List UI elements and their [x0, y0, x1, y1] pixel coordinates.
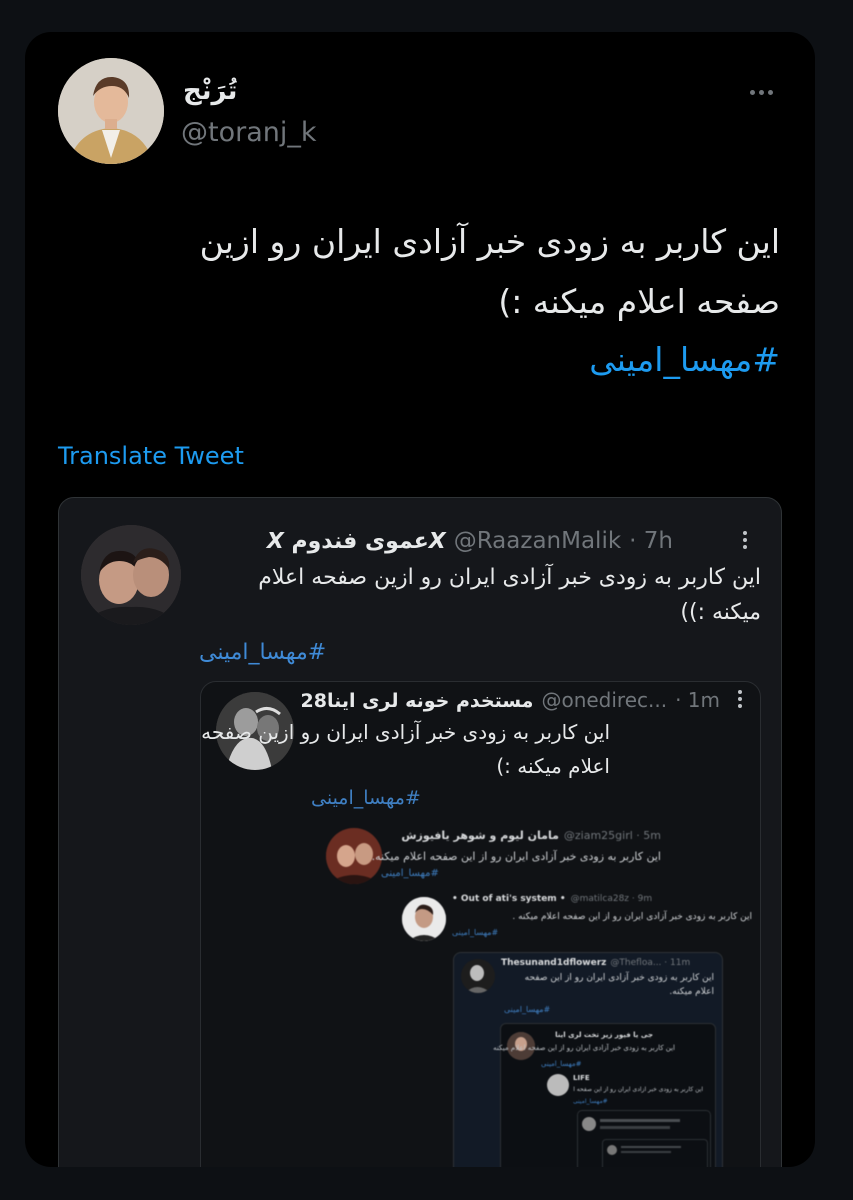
- quoted-hashtag[interactable]: #مهسا_امینی: [199, 640, 326, 665]
- quoted-author-name[interactable]: 𝙓عموی فندوم 𝙓: [267, 529, 446, 554]
- level5-name-row: Thesunand1dflowerz @Thefloa... · 11m: [501, 958, 690, 968]
- tweet-text-line2: صفحه اعلام میکنه :): [498, 282, 780, 321]
- level8-quoted-tweet[interactable]: [577, 1110, 711, 1167]
- nested-timestamp[interactable]: · 1m: [675, 688, 720, 712]
- level3-author-handle[interactable]: @ziam25girl · 5m: [564, 829, 661, 842]
- quoted-timestamp[interactable]: · 7h: [629, 528, 673, 554]
- level4-avatar[interactable]: [402, 897, 446, 941]
- level5-text-line1: این کاربر به زودی خبر آزادی ایران رو از …: [524, 973, 714, 983]
- level5-author-handle[interactable]: @Thefloa... · 11m: [610, 958, 690, 968]
- level5-quoted-tweet[interactable]: Thesunand1dflowerz @Thefloa... · 11m این…: [453, 952, 723, 1167]
- level5-avatar[interactable]: [461, 959, 495, 993]
- level7-avatar[interactable]: [547, 1074, 569, 1096]
- author-handle[interactable]: @toranj_k: [181, 117, 317, 148]
- level3-text: این کاربر به زودی خبر آزادی ایران رو از …: [371, 850, 661, 863]
- tweet-hashtag[interactable]: #مهسا_امینی: [589, 340, 780, 379]
- quoted-author-avatar[interactable]: [81, 525, 181, 625]
- level6-hashtag[interactable]: #مهسا_امینی: [541, 1060, 581, 1068]
- level9-quoted-tweet[interactable]: [602, 1139, 708, 1167]
- nested-text-line2: اعلام میکنه :): [496, 754, 610, 778]
- level8-avatar[interactable]: [582, 1117, 596, 1131]
- more-options-icon[interactable]: [750, 90, 773, 95]
- quoted-name-row: 𝙓عموی فندوم 𝙓 @RaazanMalik · 7h: [267, 528, 673, 554]
- nested-hashtag[interactable]: #مهسا_امینی: [311, 787, 421, 809]
- level9-avatar[interactable]: [607, 1145, 617, 1155]
- quoted-tweet[interactable]: 𝙓عموی فندوم 𝙓 @RaazanMalik · 7h این کارب…: [58, 497, 782, 1167]
- nested-author-handle[interactable]: @onedirec...: [541, 688, 667, 712]
- level9-text-bar-2: [621, 1151, 671, 1153]
- level6-author-name[interactable]: جی یا فیور زیر تخت لری اینا: [555, 1031, 653, 1039]
- nested-quoted-tweet[interactable]: مستخدم خونه لری اینا28 @onedirec... · 1m…: [200, 681, 761, 1167]
- quoted-author-handle[interactable]: @RaazanMalik: [454, 528, 621, 554]
- level4-text: این کاربر به زودی خبر آزادی ایران رو از …: [512, 912, 752, 922]
- tweet-text-line1: این کاربر به زودی خبر آزادی ایران رو ازی…: [199, 222, 780, 261]
- level5-text-line2: اعلام میکنه.: [669, 987, 714, 997]
- level3-author-name[interactable]: مامان لیوم و شوهر یافیوزش: [401, 829, 559, 842]
- level5-hashtag[interactable]: #مهسا_امینی: [504, 1005, 550, 1014]
- level9-text-bar: [621, 1146, 681, 1148]
- level8-text-bar: [600, 1119, 680, 1122]
- level5-author-name[interactable]: Thesunand1dflowerz: [501, 958, 606, 968]
- quoted-more-icon[interactable]: [743, 531, 747, 549]
- author-avatar[interactable]: [58, 58, 164, 164]
- quoted-text-line2: میکنه :)): [680, 600, 761, 625]
- level4-name-row: • Out of ati's system • @matilca28z · 9m: [452, 894, 652, 904]
- nested-name-row: مستخدم خونه لری اینا28 @onedirec... · 1m: [301, 688, 720, 712]
- level3-name-row: مامان لیوم و شوهر یافیوزش @ziam25girl · …: [401, 829, 661, 842]
- nested-text-line1: این کاربر به زودی خبر آزادی ایران رو ازی…: [201, 720, 610, 744]
- level7-hashtag[interactable]: #مهسا_امینی: [573, 1098, 608, 1105]
- nested-author-name[interactable]: مستخدم خونه لری اینا28: [301, 690, 534, 712]
- level4-author-name[interactable]: • Out of ati's system •: [452, 894, 566, 904]
- tweet-card: تُرَنْج @toranj_k این کاربر به زودی خبر …: [25, 32, 815, 1167]
- level4-hashtag[interactable]: #مهسا_امینی: [452, 928, 498, 937]
- level3-hashtag[interactable]: #مهسا_امینی: [381, 868, 439, 879]
- nested-quoted-tweet-level3[interactable]: مامان لیوم و شوهر یافیوزش @ziam25girl · …: [321, 822, 760, 1167]
- level7-author-name[interactable]: LIFE: [573, 1074, 590, 1082]
- level6-quoted-tweet[interactable]: جی یا فیور زیر تخت لری اینا این کاربر به…: [493, 1023, 716, 1167]
- level4-author-handle[interactable]: @matilca28z · 9m: [571, 894, 653, 904]
- level8-text-bar-2: [600, 1126, 670, 1129]
- level6-text: این کاربر به زودی خبر آزادی ایران رو از …: [493, 1044, 675, 1052]
- quoted-text-line1: این کاربر به زودی خبر آزادی ایران رو ازی…: [258, 565, 761, 590]
- nested-more-icon[interactable]: [738, 690, 742, 708]
- author-display-name[interactable]: تُرَنْج: [183, 76, 237, 106]
- translate-tweet-link[interactable]: Translate Tweet: [58, 442, 244, 470]
- level7-text: این کاربر به زودی خبر آزادی ایران رو از …: [573, 1086, 703, 1093]
